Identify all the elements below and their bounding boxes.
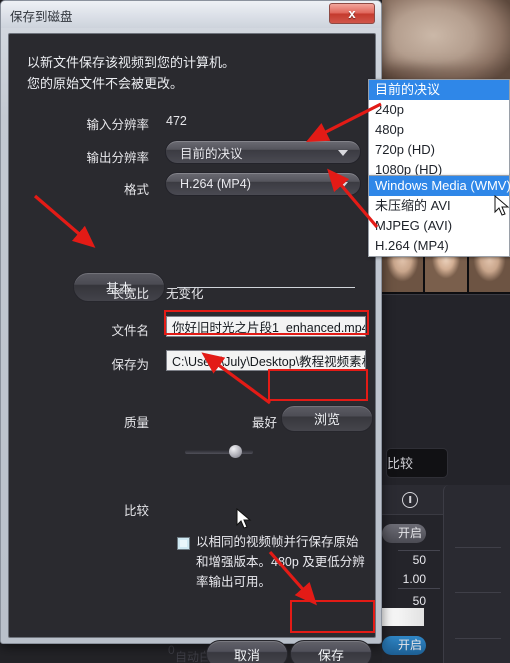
- intro-line-1: 以新文件保存该视频到您的计算机。: [27, 55, 236, 70]
- compare-checkbox[interactable]: [177, 537, 190, 550]
- format-option[interactable]: 未压缩的 AVI: [369, 196, 509, 216]
- quality-value: 最好: [252, 416, 278, 430]
- resolution-option[interactable]: 480p: [369, 120, 509, 140]
- dialog-title: 保存到磁盘: [10, 10, 73, 24]
- background-value-1: 50: [412, 553, 426, 567]
- panel-divider: [398, 550, 440, 551]
- panel-divider: [398, 588, 440, 589]
- dialog-titlebar: 保存到磁盘 x: [1, 1, 381, 28]
- format-label: 格式: [123, 183, 149, 197]
- aspect-ratio-value: 无变化: [166, 287, 204, 301]
- info-icon[interactable]: [402, 492, 418, 508]
- filename-label: 文件名: [111, 324, 149, 338]
- output-resolution-label: 输出分辨率: [86, 151, 149, 165]
- faint-number-0: 0: [168, 643, 175, 657]
- background-right-panel: [443, 485, 510, 663]
- filename-input[interactable]: 你好旧时光之片段1_enhanced.mp4: [166, 316, 366, 337]
- panel-divider: [455, 638, 501, 639]
- browse-button[interactable]: 浏览: [281, 405, 373, 432]
- cancel-button[interactable]: 取消: [206, 640, 288, 663]
- background-toggle-bottom[interactable]: 开启: [382, 636, 426, 655]
- resolution-option[interactable]: 目前的决议: [369, 80, 509, 100]
- quality-slider-track[interactable]: [185, 450, 253, 454]
- output-resolution-value: 目前的决议: [180, 146, 243, 161]
- screen: 比较 开启 开启 50 1.00 50 锐化强度 降噪强度 自动白平衡 110 …: [0, 0, 510, 663]
- output-resolution-dropdown[interactable]: 目前的决议: [165, 140, 361, 164]
- panel-divider: [455, 547, 501, 548]
- chevron-down-icon: [338, 182, 348, 188]
- dialog-intro: 以新文件保存该视频到您的计算机。 您的原始文件不会被更改。: [27, 52, 235, 94]
- quality-slider-handle[interactable]: [229, 445, 242, 458]
- mouse-cursor-main: [236, 508, 252, 529]
- save-to-disk-dialog: 保存到磁盘 x 以新文件保存该视频到您的计算机。 您的原始文件不会被更改。 输入…: [0, 0, 382, 663]
- format-dropdown-popup[interactable]: Windows Media (WMV) 未压缩的 AVI MJPEG (AVI)…: [368, 175, 510, 257]
- save-button[interactable]: 保存: [290, 640, 372, 663]
- dialog-body: 以新文件保存该视频到您的计算机。 您的原始文件不会被更改。 输入分辨率 472 …: [8, 33, 376, 663]
- chevron-down-icon: [338, 150, 348, 156]
- format-option[interactable]: Windows Media (WMV): [369, 176, 510, 196]
- panel-divider: [455, 592, 501, 593]
- background-compare-button[interactable]: 比较: [386, 448, 448, 478]
- background-value-2: 1.00: [402, 572, 426, 586]
- quality-label: 质量: [123, 416, 149, 430]
- compare-label: 比较: [123, 504, 149, 518]
- input-resolution-label: 输入分辨率: [86, 118, 149, 132]
- input-resolution-value: 472: [166, 114, 187, 128]
- aspect-ratio-label: 长宽比: [111, 287, 149, 301]
- intro-line-2: 您的原始文件不会被更改。: [27, 76, 184, 91]
- background-value-3: 50: [412, 594, 426, 608]
- format-option[interactable]: H.264 (MP4): [369, 236, 509, 256]
- compare-description: 以相同的视频帧并行保存原始和增强版本。480p 及更低分辨率输出可用。: [196, 535, 365, 589]
- format-value: H.264 (MP4): [180, 177, 251, 191]
- save-to-label: 保存为: [111, 358, 149, 372]
- mouse-cursor-top: [494, 195, 510, 216]
- background-color-swatch[interactable]: [382, 608, 424, 626]
- resolution-option[interactable]: 720p (HD): [369, 140, 509, 160]
- save-to-input[interactable]: C:\Users\July\Desktop\教程视频素材: [166, 350, 366, 371]
- background-toggle-top[interactable]: 开启: [382, 524, 426, 543]
- resolution-dropdown-popup[interactable]: 目前的决议 240p 480p 720p (HD) 1080p (HD): [368, 79, 510, 181]
- resolution-option[interactable]: 240p: [369, 100, 509, 120]
- format-dropdown[interactable]: H.264 (MP4): [165, 172, 361, 196]
- format-option[interactable]: MJPEG (AVI): [369, 216, 509, 236]
- close-icon[interactable]: x: [329, 3, 375, 24]
